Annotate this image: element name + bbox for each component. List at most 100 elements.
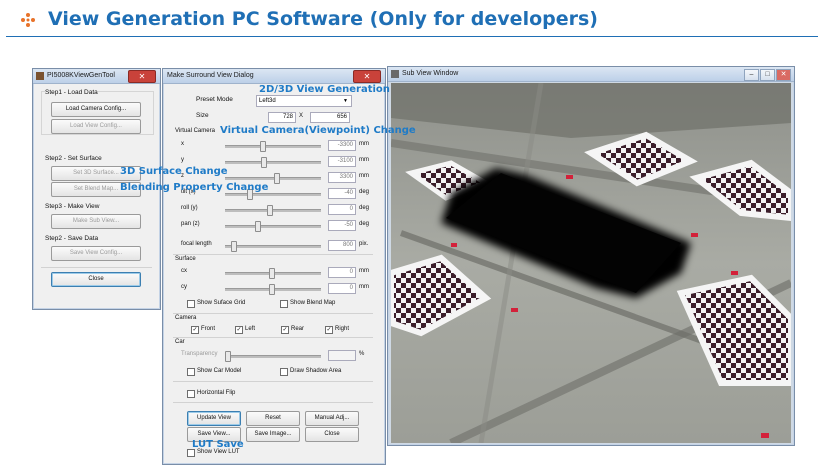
window-icon: [391, 70, 399, 78]
car-label: Car: [175, 339, 185, 345]
vc-row-slider[interactable]: [225, 189, 321, 200]
load-view-config-button[interactable]: Load View Config...: [51, 119, 141, 134]
size-label: Size: [196, 112, 209, 119]
minimize-icon[interactable]: –: [744, 69, 759, 81]
draw-shadow-area-label: Draw Shadow Area: [290, 368, 342, 374]
size-width-input[interactable]: 728: [268, 112, 296, 123]
slider-thumb[interactable]: [231, 241, 237, 252]
save-view-config-button[interactable]: Save View Config...: [51, 246, 141, 261]
vc-row-input[interactable]: 3300: [328, 172, 356, 183]
slider-thumb[interactable]: [260, 141, 266, 152]
camera-checkbox-label: Front: [201, 326, 216, 332]
surface-row-unit: mm: [359, 268, 369, 274]
surface-row-unit: mm: [359, 284, 369, 290]
surround-view-image: [391, 83, 791, 443]
vc-row-label: y: [181, 157, 184, 163]
camera-checkbox[interactable]: ✓: [325, 326, 333, 334]
slider-thumb[interactable]: [274, 173, 280, 184]
tool-close-button[interactable]: Close: [51, 272, 141, 287]
chevron-down-icon: ▼: [343, 98, 348, 104]
slider-thumb[interactable]: [269, 268, 275, 279]
window-controls: – □ ✕: [743, 68, 791, 82]
horizontal-flip-checkbox[interactable]: [187, 390, 195, 398]
size-height-input[interactable]: 656: [310, 112, 350, 123]
vc-row-unit: mm: [359, 157, 369, 163]
surface-row-slider[interactable]: [225, 284, 321, 295]
dialog-titlebar[interactable]: Make Surround View Dialog ✕: [163, 69, 385, 84]
slider-thumb[interactable]: [261, 157, 267, 168]
vc-row-slider[interactable]: [225, 157, 321, 168]
vc-row-input[interactable]: -50: [328, 220, 356, 231]
slider-thumb[interactable]: [269, 284, 275, 295]
surface-row-input[interactable]: 0: [328, 283, 356, 294]
vc-row-unit: deg: [359, 205, 370, 211]
reset-button[interactable]: Reset: [246, 411, 300, 426]
show-car-model-checkbox[interactable]: [187, 368, 195, 376]
show-view-lut-checkbox[interactable]: [187, 449, 195, 457]
dialog-close-button[interactable]: Close: [305, 427, 359, 442]
slider-thumb[interactable]: [255, 221, 261, 232]
vc-row-input[interactable]: -40: [328, 188, 356, 199]
step3-label: Step3 - Make View: [45, 203, 100, 210]
maximize-icon[interactable]: □: [760, 69, 775, 81]
tool-window-titlebar[interactable]: PI5008KViewGenTool ✕: [33, 69, 160, 84]
annotation-virtual-camera: Virtual Camera(Viewpoint) Change: [220, 125, 416, 136]
vc-row-unit: deg: [359, 221, 370, 227]
annotation-surface-change: 3D Surface Change: [120, 166, 228, 177]
surface-row-slider[interactable]: [225, 268, 321, 279]
vc-row-slider[interactable]: [225, 221, 321, 232]
preset-mode-label: Preset Mode: [196, 96, 233, 103]
horizontal-flip-label: Horizontal Flip: [197, 390, 236, 396]
camera-checkbox-label: Left: [245, 326, 256, 332]
vc-row-input[interactable]: -3100: [328, 156, 356, 167]
show-surface-grid-checkbox[interactable]: [187, 300, 195, 308]
vc-row-unit: mm: [359, 173, 369, 179]
flip-divider: [173, 381, 373, 382]
slider-thumb[interactable]: [267, 205, 273, 216]
vc-row-slider[interactable]: [225, 205, 321, 216]
camera-checkbox[interactable]: ✓: [281, 326, 289, 334]
sub-view-titlebar[interactable]: Sub View Window – □ ✕: [388, 67, 794, 82]
surface-divider: [173, 254, 373, 255]
vc-row-slider[interactable]: [225, 141, 321, 152]
vc-row-input[interactable]: -3300: [328, 140, 356, 151]
close-icon[interactable]: ✕: [128, 70, 156, 83]
sub-view-window: Sub View Window – □ ✕: [387, 66, 795, 446]
show-blend-map-checkbox[interactable]: [280, 300, 288, 308]
preset-mode-select[interactable]: Left3d ▼: [256, 95, 352, 107]
virtual-camera-label: Virtual Camera: [175, 128, 215, 134]
transparency-slider[interactable]: [225, 351, 321, 362]
camera-divider: [173, 313, 373, 314]
update-view-button[interactable]: Update View: [187, 411, 241, 426]
vc-row-unit: deg: [359, 189, 370, 195]
preset-mode-value: Left3d: [259, 98, 276, 104]
show-blend-map-label: Show Blend Map: [290, 300, 336, 306]
surface-row-input[interactable]: 0: [328, 267, 356, 278]
focal-length-slider[interactable]: [225, 241, 321, 252]
vc-row-unit: mm: [359, 141, 369, 147]
draw-shadow-area-checkbox[interactable]: [280, 368, 288, 376]
step2-label: Step2 - Set Surface: [45, 155, 102, 162]
buttons-divider: [173, 402, 373, 403]
focal-length-input[interactable]: 800: [328, 240, 356, 251]
dialog-title: Make Surround View Dialog: [167, 72, 254, 79]
vc-row-label: x: [181, 141, 184, 147]
camera-checkbox[interactable]: ✓: [235, 326, 243, 334]
surface-row-label: cy: [181, 284, 187, 290]
focal-length-label: focal length: [181, 241, 212, 247]
vc-row-slider[interactable]: [225, 173, 321, 184]
make-sub-view-button[interactable]: Make Sub View...: [51, 214, 141, 229]
slide-title: View Generation PC Software (Only for de…: [48, 8, 598, 30]
transparency-input[interactable]: [328, 350, 356, 361]
show-surface-grid-label: Show Suface Grid: [197, 300, 246, 306]
dialog-close-icon[interactable]: ✕: [353, 70, 381, 83]
vc-row-input[interactable]: 0: [328, 204, 356, 215]
load-camera-config-button[interactable]: Load Camera Config...: [51, 102, 141, 117]
slider-thumb[interactable]: [225, 351, 231, 362]
step2-save-label: Step2 - Save Data: [45, 235, 99, 242]
annotation-blending-change: Blending Property Change: [120, 182, 269, 193]
close-icon[interactable]: ✕: [776, 69, 791, 81]
manual-adj-button[interactable]: Manual Adj...: [305, 411, 359, 426]
save-image-button[interactable]: Save Image...: [246, 427, 300, 442]
camera-checkbox[interactable]: ✓: [191, 326, 199, 334]
